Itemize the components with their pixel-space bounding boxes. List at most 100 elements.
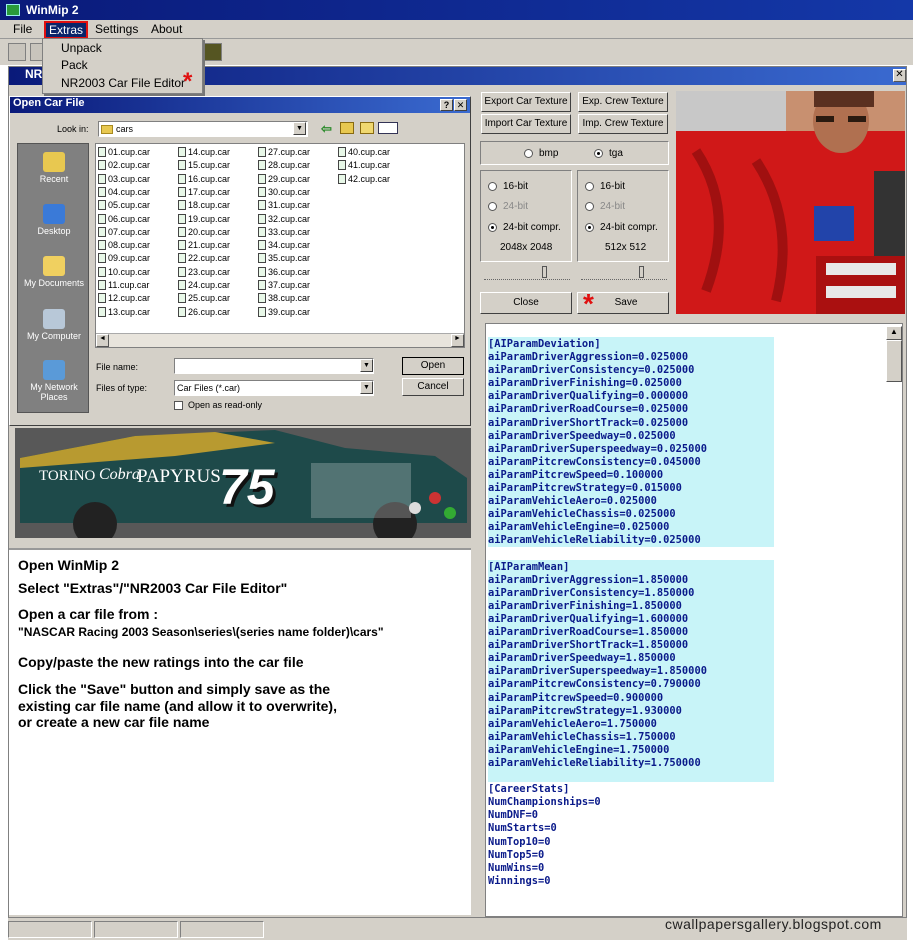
- places-my-documents[interactable]: My Documents: [18, 256, 90, 288]
- close-icon[interactable]: ✕: [893, 69, 906, 82]
- file-item[interactable]: 29.cup.car: [258, 173, 310, 184]
- file-item[interactable]: 23.cup.car: [178, 266, 230, 277]
- cancel-button[interactable]: Cancel: [402, 378, 464, 396]
- file-item[interactable]: 14.cup.car: [178, 147, 230, 157]
- look-in-select[interactable]: cars: [98, 121, 308, 137]
- file-name: 27.cup.car: [268, 147, 311, 157]
- file-item[interactable]: 40.cup.car: [338, 147, 390, 157]
- file-item[interactable]: 15.cup.car: [178, 160, 230, 171]
- car-icon[interactable]: [204, 43, 222, 61]
- crew-16bit-radio[interactable]: 16-bit: [585, 181, 625, 192]
- open-button[interactable]: Open: [402, 357, 464, 375]
- crew-quality-slider[interactable]: [581, 266, 667, 280]
- file-item[interactable]: 41.cup.car: [338, 160, 391, 171]
- file-item[interactable]: 39.cup.car: [258, 306, 310, 317]
- file-item[interactable]: 09.cup.car: [98, 253, 150, 264]
- close-button[interactable]: Close: [480, 292, 572, 314]
- file-list-scrollbar[interactable]: ◄ ►: [96, 333, 464, 347]
- menu-settings[interactable]: Settings: [95, 22, 138, 36]
- file-item[interactable]: 01.cup.car: [98, 147, 150, 157]
- file-item[interactable]: 22.cup.car: [178, 253, 230, 264]
- file-item[interactable]: 11.cup.car: [98, 280, 149, 290]
- file-item[interactable]: 10.cup.car: [98, 266, 150, 277]
- instruction-6: Click the "Save" button and simply save …: [18, 681, 331, 697]
- file-item[interactable]: 35.cup.car: [258, 253, 310, 264]
- car-file-icon: [178, 173, 186, 184]
- file-item[interactable]: 42.cup.car: [338, 173, 390, 184]
- places-my-computer[interactable]: My Computer: [18, 309, 90, 341]
- file-item[interactable]: 24.cup.car: [178, 280, 230, 290]
- file-item[interactable]: 06.cup.car: [98, 213, 150, 224]
- menu-item-pack[interactable]: Pack: [61, 58, 88, 72]
- new-folder-icon[interactable]: [360, 122, 374, 134]
- file-item[interactable]: 33.cup.car: [258, 226, 310, 237]
- file-item[interactable]: 04.cup.car: [98, 186, 150, 197]
- file-item[interactable]: 27.cup.car: [258, 147, 310, 157]
- chevron-down-icon[interactable]: ▼: [293, 122, 306, 135]
- file-item[interactable]: 30.cup.car: [258, 186, 310, 197]
- help-button[interactable]: ?: [440, 99, 453, 111]
- file-item[interactable]: 31.cup.car: [258, 200, 311, 211]
- menu-item-unpack[interactable]: Unpack: [61, 41, 102, 55]
- up-folder-icon[interactable]: [340, 122, 354, 134]
- file-item[interactable]: 02.cup.car: [98, 160, 150, 171]
- editor-scrollbar[interactable]: ▲: [886, 326, 902, 386]
- car-number: 75: [219, 459, 275, 515]
- import-car-texture-button[interactable]: Import Car Texture: [481, 114, 571, 134]
- export-crew-texture-button[interactable]: Exp. Crew Texture: [578, 92, 668, 112]
- export-car-texture-button[interactable]: Export Car Texture: [481, 92, 571, 112]
- menu-item-car-file-editor[interactable]: NR2003 Car File Editor: [61, 76, 185, 90]
- car-quality-slider[interactable]: [484, 266, 570, 280]
- file-item[interactable]: 19.cup.car: [178, 213, 230, 224]
- editor-line: NumTop10=0: [488, 835, 551, 848]
- file-item[interactable]: 05.cup.car: [98, 200, 150, 211]
- file-item[interactable]: 34.cup.car: [258, 240, 310, 251]
- dialog-close-icon[interactable]: ✕: [454, 99, 467, 111]
- menu-extras[interactable]: Extras: [44, 21, 89, 39]
- view-menu-icon[interactable]: [378, 122, 398, 134]
- format-tga-radio[interactable]: tga: [594, 148, 623, 159]
- new-icon[interactable]: [8, 43, 26, 61]
- file-name: 31.cup.car: [268, 200, 311, 211]
- file-item[interactable]: 28.cup.car: [258, 160, 310, 171]
- menu-file[interactable]: File: [13, 22, 32, 36]
- places-recent[interactable]: Recent: [18, 152, 90, 184]
- file-item[interactable]: 16.cup.car: [178, 173, 230, 184]
- file-list[interactable]: 01.cup.car 02.cup.car 03.cup.car 04.cup.car…: [95, 143, 465, 348]
- file-item[interactable]: 08.cup.car: [98, 240, 150, 251]
- file-item[interactable]: 17.cup.car: [178, 186, 230, 197]
- file-name: 41.cup.car: [348, 160, 391, 171]
- file-item[interactable]: 26.cup.car: [178, 306, 230, 317]
- car-file-icon: [258, 213, 266, 224]
- file-item[interactable]: 25.cup.car: [178, 293, 230, 304]
- format-bmp-radio[interactable]: bmp: [524, 148, 558, 159]
- chevron-down-icon[interactable]: ▼: [360, 381, 373, 394]
- car-file-text-editor[interactable]: [AIParamDeviation] aiParamDriverAggressio…: [485, 323, 903, 917]
- file-item[interactable]: 32.cup.car: [258, 213, 310, 224]
- file-item[interactable]: 13.cup.car: [98, 306, 150, 317]
- car-16bit-radio[interactable]: 16-bit: [488, 181, 528, 192]
- file-type-select[interactable]: Car Files (*.car): [174, 380, 374, 396]
- file-name: 11.cup.car: [108, 280, 150, 290]
- file-name-input[interactable]: [174, 358, 374, 374]
- crew-24bit-compr-radio[interactable]: 24-bit compr.: [585, 222, 658, 233]
- file-item[interactable]: 07.cup.car: [98, 226, 150, 237]
- back-icon[interactable]: ⇦: [321, 121, 332, 137]
- crew-texture-size: 512x 512: [605, 242, 647, 253]
- file-item[interactable]: 21.cup.car: [178, 240, 230, 251]
- places-network[interactable]: My Network Places: [18, 360, 90, 402]
- file-item[interactable]: 36.cup.car: [258, 266, 310, 277]
- file-item[interactable]: 12.cup.car: [98, 293, 150, 304]
- import-crew-texture-button[interactable]: Imp. Crew Texture: [578, 114, 668, 134]
- file-item[interactable]: 03.cup.car: [98, 173, 150, 184]
- file-item[interactable]: 20.cup.car: [178, 226, 230, 237]
- file-item[interactable]: 38.cup.car: [258, 293, 310, 304]
- chevron-down-icon[interactable]: ▼: [360, 359, 373, 372]
- file-item[interactable]: 18.cup.car: [178, 200, 230, 211]
- car-24bit-compr-radio[interactable]: 24-bit compr.: [488, 222, 561, 233]
- file-item[interactable]: 37.cup.car: [258, 280, 310, 290]
- readonly-checkbox[interactable]: [174, 401, 183, 410]
- car-file-icon: [98, 266, 106, 277]
- places-desktop[interactable]: Desktop: [18, 204, 90, 236]
- menu-about[interactable]: About: [151, 22, 182, 36]
